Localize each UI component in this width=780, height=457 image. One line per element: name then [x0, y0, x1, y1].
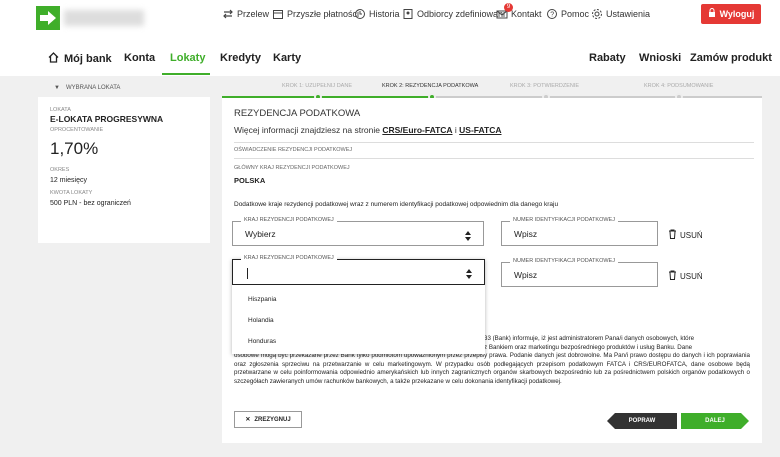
contacts-icon	[402, 8, 414, 20]
tin-field-2[interactable]: NUMER IDENTYFIKACJI PODATKOWEJ Wpisz	[501, 258, 658, 287]
top-bar: Przelew Przyszłe płatności Historia Odbi…	[0, 0, 780, 76]
page-title: REZYDENCJA PODATKOWA	[234, 108, 361, 119]
nav-applications[interactable]: Wnioski	[639, 52, 681, 64]
remove-button-1[interactable]: USUŃ	[668, 229, 703, 241]
settings-label: Ustawienia	[606, 9, 651, 19]
option-spain[interactable]: Hiszpania	[248, 296, 277, 303]
declaration-label: OŚWIADCZENIE REZYDENCJI PODATKOWEJ	[234, 147, 353, 153]
rate-value: 1,70%	[50, 139, 99, 158]
progress-steps: KROK 1: UZUPEŁNIJ DANE KROK 2: REZYDENCJ…	[222, 80, 762, 101]
nav-my-bank[interactable]: Mój bank	[48, 52, 112, 66]
info-prefix: Więcej informacji znajdziesz na stronie	[234, 125, 383, 135]
country-select-1-label: KRAJ REZYDENCJI PODATKOWEJ	[241, 217, 337, 223]
tin-field-1-label: NUMER IDENTYFIKACJI PODATKOWEJ	[510, 217, 618, 223]
future-payments-label: Przyszłe płatności	[287, 9, 360, 19]
gear-icon	[591, 8, 603, 20]
back-button[interactable]: POPRAW	[607, 413, 677, 429]
notification-badge: 9	[504, 3, 513, 12]
mail-icon: 9	[496, 3, 513, 20]
period-value: 12 miesięcy	[50, 177, 87, 184]
future-payments-link[interactable]: Przyszłe płatności	[272, 8, 359, 20]
calendar-icon	[272, 8, 284, 20]
country-select-1[interactable]: KRAJ REZYDENCJI PODATKOWEJ Wybierz	[232, 217, 484, 246]
step-4: KROK 4: PODSUMOWANIE	[644, 83, 714, 89]
select-arrows-icon	[465, 229, 471, 241]
deposit-name: E-LOKATA PROGRESYWNA	[50, 114, 164, 124]
nav-accounts[interactable]: Konta	[124, 52, 155, 64]
remove-label-1: USUŃ	[680, 230, 703, 240]
lock-icon	[708, 8, 716, 20]
divider	[234, 158, 754, 159]
option-honduras[interactable]: Honduras	[248, 338, 276, 345]
history-link[interactable]: Historia	[354, 8, 400, 20]
deposit-label: LOKATA	[50, 107, 71, 113]
nav-order-product[interactable]: Zamów produkt	[690, 52, 772, 64]
trash-icon	[668, 270, 677, 282]
amount-value: 500 PLN - bez ograniczeń	[50, 200, 131, 207]
main-country-value: POLSKA	[234, 176, 266, 185]
defined-recipients-label: Odbiorcy zdefiniowani	[417, 9, 506, 19]
trash-icon	[668, 229, 677, 241]
transfer-label: Przelew	[237, 9, 270, 19]
nav-discounts[interactable]: Rabaty	[589, 52, 626, 64]
text-cursor	[247, 268, 248, 279]
clock-icon	[354, 8, 366, 20]
contact-link[interactable]: 9 Kontakt	[496, 3, 542, 20]
cancel-button[interactable]: ✕ ZREZYGNUJ	[234, 411, 302, 428]
main-country-label: GŁÓWNY KRAJ REZYDENCJI PODATKOWEJ	[234, 165, 350, 171]
select-arrows-icon	[466, 267, 472, 279]
transfer-link[interactable]: Przelew	[222, 8, 269, 20]
amount-label: KWOTA LOKATY	[50, 190, 93, 196]
us-fatca-link[interactable]: US-FATCA	[459, 125, 501, 135]
home-icon	[48, 52, 59, 66]
tin-field-1-placeholder: Wpisz	[514, 229, 538, 239]
history-label: Historia	[369, 9, 400, 19]
deposit-summary: LOKATA E-LOKATA PROGRESYWNA OPROCENTOWAN…	[38, 97, 210, 243]
nav-deposits[interactable]: Lokaty	[170, 52, 205, 64]
next-button[interactable]: DALEJ	[681, 413, 749, 429]
info-text: Więcej informacji znajdziesz na stronie …	[234, 125, 502, 135]
additional-countries-desc: Dodatkowe kraje rezydencji podatkowej wr…	[234, 201, 559, 208]
svg-text:?: ?	[550, 12, 554, 19]
nav-cards[interactable]: Karty	[273, 52, 301, 64]
active-nav-underline	[162, 73, 210, 75]
country-dropdown[interactable]: KRAJ REZYDENCJI PODATKOWEJ Hiszpania Hol…	[232, 255, 485, 354]
close-icon: ✕	[245, 417, 251, 423]
help-link[interactable]: ? Pomoc	[546, 8, 589, 20]
step-3: KROK 3: POTWIERDZENIE	[510, 83, 580, 89]
remove-label-2: USUŃ	[680, 271, 703, 281]
defined-recipients-link[interactable]: Odbiorcy zdefiniowani	[402, 8, 505, 20]
remove-button-2[interactable]: USUŃ	[668, 270, 703, 282]
tin-field-1[interactable]: NUMER IDENTYFIKACJI PODATKOWEJ Wpisz	[501, 217, 658, 246]
crs-link[interactable]: CRS/Euro-FATCA	[382, 125, 452, 135]
settings-link[interactable]: Ustawienia	[591, 8, 650, 20]
help-label: Pomoc	[561, 9, 590, 19]
option-netherlands[interactable]: Holandia	[248, 317, 274, 324]
divider	[234, 142, 754, 143]
tin-field-2-label: NUMER IDENTYFIKACJI PODATKOWEJ	[510, 258, 618, 264]
logout-label: Wyloguj	[719, 9, 755, 19]
cancel-label: ZREZYGNUJ	[254, 416, 291, 423]
country-select-2[interactable]: KRAJ REZYDENCJI PODATKOWEJ	[232, 255, 485, 285]
transfer-icon	[222, 8, 234, 20]
nav-loans[interactable]: Kredyty	[220, 52, 261, 64]
bank-logo[interactable]	[36, 6, 60, 30]
step-1: KROK 1: UZUPEŁNIJ DANE	[282, 83, 352, 89]
country-select-1-value: Wybierz	[245, 229, 276, 239]
help-icon: ?	[546, 8, 558, 20]
chevron-down-icon: ▼	[54, 85, 60, 91]
contact-label: Kontakt	[511, 9, 542, 19]
logout-button[interactable]: Wyloguj	[701, 4, 761, 24]
blurred-bank-name	[64, 10, 144, 26]
nav-my-bank-label: Mój bank	[64, 53, 112, 65]
step-2: KROK 2: REZYDENCJA PODATKOWA	[382, 83, 479, 89]
rate-label: OPROCENTOWANIE	[50, 127, 104, 133]
country-select-2-label: KRAJ REZYDENCJI PODATKOWEJ	[241, 255, 337, 261]
selected-deposit-title: WYBRANA LOKATA	[65, 85, 121, 91]
legal-body: osobowe mogą być przekazane przez Bank t…	[234, 352, 750, 385]
tin-field-2-placeholder: Wpisz	[514, 270, 538, 280]
selected-deposit-header[interactable]: ▼ WYBRANA LOKATA	[38, 80, 210, 96]
period-label: OKRES	[50, 167, 70, 173]
